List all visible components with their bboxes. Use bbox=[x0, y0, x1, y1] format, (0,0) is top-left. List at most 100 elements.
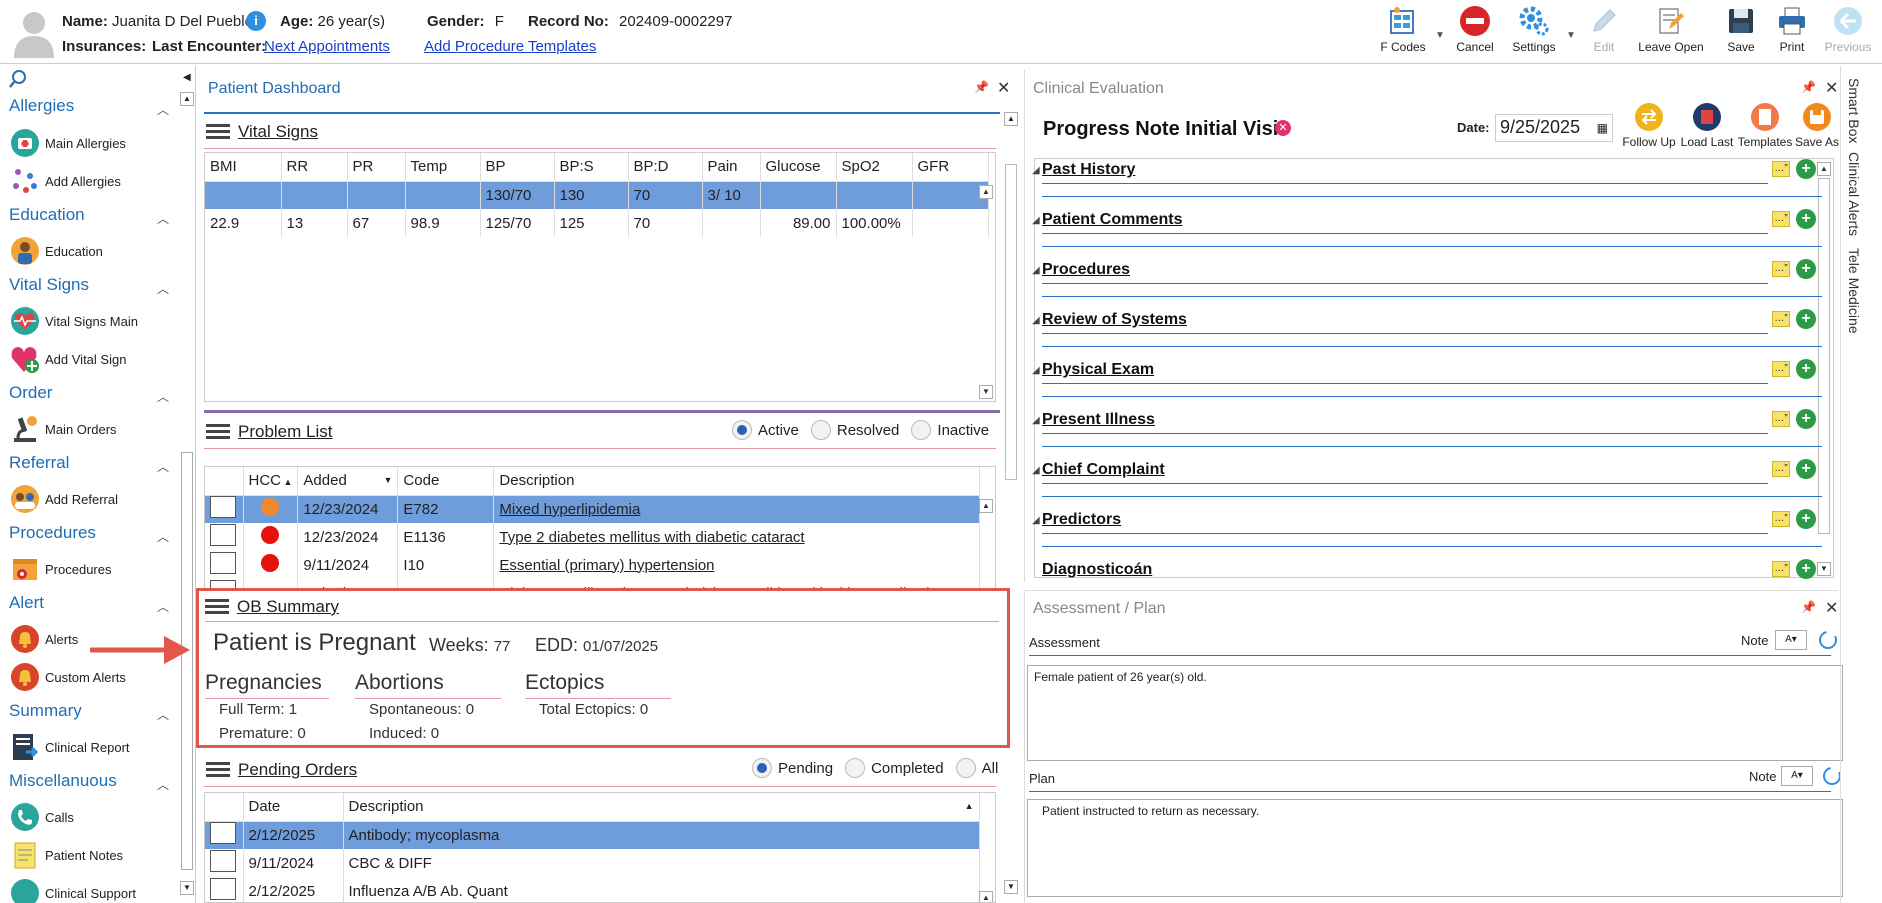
column-header[interactable]: Description bbox=[493, 467, 981, 496]
quote-icon[interactable]: …” bbox=[1772, 261, 1790, 277]
calendar-icon[interactable]: ▦ bbox=[1597, 121, 1608, 135]
pin-icon[interactable]: 📌 bbox=[1801, 80, 1816, 94]
dashboard-scroll-up[interactable]: ▲ bbox=[1004, 112, 1018, 126]
settings-dropdown-icon[interactable]: ▼ bbox=[1566, 30, 1576, 41]
eval-section-label[interactable]: Procedures bbox=[1042, 261, 1130, 279]
column-header[interactable]: PR bbox=[347, 153, 406, 182]
collapse-triangle-icon[interactable]: ◢ bbox=[1032, 315, 1040, 326]
filter-active-radio[interactable]: Active bbox=[732, 420, 799, 440]
column-header-added[interactable]: Added ▼ bbox=[297, 467, 399, 496]
row-checkbox[interactable] bbox=[210, 822, 236, 845]
sidebar-section-referral[interactable]: Referral bbox=[9, 453, 69, 473]
column-header[interactable]: BP bbox=[480, 153, 555, 182]
column-header[interactable]: Code bbox=[397, 467, 495, 496]
sidebar-section-allergies[interactable]: Allergies bbox=[9, 96, 74, 116]
menu-icon[interactable] bbox=[206, 123, 230, 141]
collapse-triangle-icon[interactable]: ◢ bbox=[1032, 365, 1040, 376]
sidebar-item-clinical-support[interactable]: Clinical Support bbox=[9, 876, 136, 903]
table-row[interactable]: 12/23/2024 E1136 Type 2 diabetes mellitus … bbox=[205, 523, 981, 551]
column-header[interactable]: GFR bbox=[912, 153, 989, 182]
eval-section[interactable]: ◢ Patient Comments …” + bbox=[1032, 209, 1822, 257]
sidebar-item-patient-notes[interactable]: Patient Notes bbox=[9, 838, 123, 872]
eval-section-label[interactable]: Chief Complaint bbox=[1042, 461, 1165, 479]
text-format-dropdown[interactable]: A▾ bbox=[1775, 630, 1807, 650]
sidebar-section-procedures[interactable]: Procedures bbox=[9, 523, 96, 543]
tab-tele-medicine[interactable]: Tele Medicine bbox=[1846, 248, 1862, 334]
pin-icon[interactable]: 📌 bbox=[974, 80, 989, 94]
row-checkbox[interactable] bbox=[210, 552, 236, 574]
add-icon[interactable]: + bbox=[1796, 209, 1816, 229]
sidebar-item-vital-signs-main[interactable]: Vital Signs Main bbox=[9, 304, 138, 338]
quote-icon[interactable]: …” bbox=[1772, 511, 1790, 527]
info-icon[interactable]: i bbox=[246, 11, 266, 31]
table-row[interactable]: 22.9 13 67 98.9 125/70 125 70 89.00 100.… bbox=[205, 209, 989, 237]
row-checkbox[interactable] bbox=[210, 496, 236, 519]
column-header[interactable]: BP:D bbox=[628, 153, 703, 182]
add-icon[interactable]: + bbox=[1796, 409, 1816, 429]
row-checkbox[interactable] bbox=[210, 524, 236, 546]
menu-icon[interactable] bbox=[206, 761, 230, 779]
settings-button[interactable]: Settings bbox=[1506, 4, 1562, 62]
table-row[interactable]: 2/12/2025 Antibody; mycoplasma bbox=[205, 821, 980, 849]
description-cell[interactable]: Type 2 diabetes mellitus with diabetic c… bbox=[493, 523, 981, 551]
assessment-textarea[interactable]: Female patient of 26 year(s) old. bbox=[1027, 665, 1843, 761]
eval-section[interactable]: ◢Diagnosticoán…”+ bbox=[1042, 559, 1822, 581]
templates-button[interactable]: Templates bbox=[1737, 102, 1793, 149]
table-row[interactable]: 2/12/2025 Influenza A/B Ab. Quant bbox=[205, 877, 980, 902]
vitals-scroll-up[interactable]: ▲ bbox=[979, 185, 993, 199]
dashboard-scroll-down[interactable]: ▼ bbox=[1004, 880, 1018, 894]
text-format-dropdown[interactable]: A▾ bbox=[1781, 766, 1813, 786]
sidebar-item-add-allergies[interactable]: Add Allergies bbox=[9, 164, 121, 198]
fcodes-dropdown-icon[interactable]: ▼ bbox=[1435, 30, 1445, 41]
print-button[interactable]: Print bbox=[1764, 4, 1820, 62]
chevron-up-icon[interactable]: ︿ bbox=[157, 528, 169, 545]
previous-button[interactable]: Previous bbox=[1820, 4, 1876, 62]
close-icon[interactable]: ✕ bbox=[1825, 78, 1838, 98]
chevron-up-icon[interactable]: ︿ bbox=[157, 210, 169, 227]
tab-smart-box[interactable]: Smart Box bbox=[1846, 78, 1862, 143]
close-icon[interactable]: ✕ bbox=[1825, 598, 1838, 618]
sidebar-item-add-referral[interactable]: Add Referral bbox=[9, 482, 118, 516]
add-icon[interactable]: + bbox=[1796, 459, 1816, 479]
column-header[interactable]: SpO2 bbox=[836, 153, 913, 182]
orders-scroll-up[interactable]: ▲ bbox=[979, 891, 993, 902]
edit-button[interactable]: Edit bbox=[1576, 4, 1632, 62]
eval-section[interactable]: ◢ Past History …” + bbox=[1032, 159, 1822, 207]
save-as-button[interactable]: Save As bbox=[1791, 102, 1843, 149]
menu-icon[interactable] bbox=[206, 423, 230, 441]
quote-icon[interactable]: …” bbox=[1772, 311, 1790, 327]
eval-section-label[interactable]: Patient Comments bbox=[1042, 211, 1182, 229]
add-icon[interactable]: + bbox=[1796, 309, 1816, 329]
column-header[interactable]: BP:S bbox=[554, 153, 629, 182]
eval-section[interactable]: ◢ Predictors …” + bbox=[1032, 509, 1822, 557]
column-header[interactable]: Pain bbox=[702, 153, 761, 182]
collapse-triangle-icon[interactable]: ◢ bbox=[1032, 515, 1040, 526]
cancel-button[interactable]: Cancel bbox=[1447, 4, 1503, 62]
collapse-triangle-icon[interactable]: ◢ bbox=[1032, 465, 1040, 476]
quote-icon[interactable]: …” bbox=[1772, 161, 1790, 177]
chevron-up-icon[interactable]: ︿ bbox=[157, 598, 169, 615]
filter-all-radio[interactable]: All bbox=[955, 758, 998, 778]
eval-section[interactable]: ◢ Present Illness …” + bbox=[1032, 409, 1822, 457]
eval-section-label[interactable]: Physical Exam bbox=[1042, 361, 1154, 379]
pin-icon[interactable]: 📌 bbox=[1801, 600, 1816, 614]
sidebar-scroll-up[interactable]: ▲ bbox=[180, 92, 194, 106]
eval-section-label[interactable]: Review of Systems bbox=[1042, 311, 1187, 329]
collapse-triangle-icon[interactable]: ◢ bbox=[1032, 165, 1040, 176]
sidebar-scroll-down[interactable]: ▼ bbox=[180, 881, 194, 895]
column-header-hcc[interactable]: HCC ▲ bbox=[243, 467, 299, 496]
add-icon[interactable]: + bbox=[1796, 559, 1816, 579]
collapse-triangle-icon[interactable]: ◢ bbox=[1032, 415, 1040, 426]
search-icon[interactable] bbox=[8, 69, 28, 89]
add-icon[interactable]: + bbox=[1796, 359, 1816, 379]
description-cell[interactable]: Essential (primary) hypertension bbox=[493, 551, 981, 579]
quote-icon[interactable]: …” bbox=[1772, 461, 1790, 477]
vitals-scroll-down[interactable]: ▼ bbox=[979, 385, 993, 399]
problems-scroll-up[interactable]: ▲ bbox=[979, 499, 993, 513]
eval-section[interactable]: ◢ Chief Complaint …” + bbox=[1032, 459, 1822, 507]
add-icon[interactable]: + bbox=[1796, 509, 1816, 529]
eval-section-label[interactable]: Present Illness bbox=[1042, 411, 1155, 429]
chevron-up-icon[interactable]: ︿ bbox=[157, 388, 169, 405]
filter-pending-radio[interactable]: Pending bbox=[752, 758, 833, 778]
table-row[interactable]: 12/23/2024 E782 Mixed hyperlipidemia bbox=[205, 495, 981, 523]
